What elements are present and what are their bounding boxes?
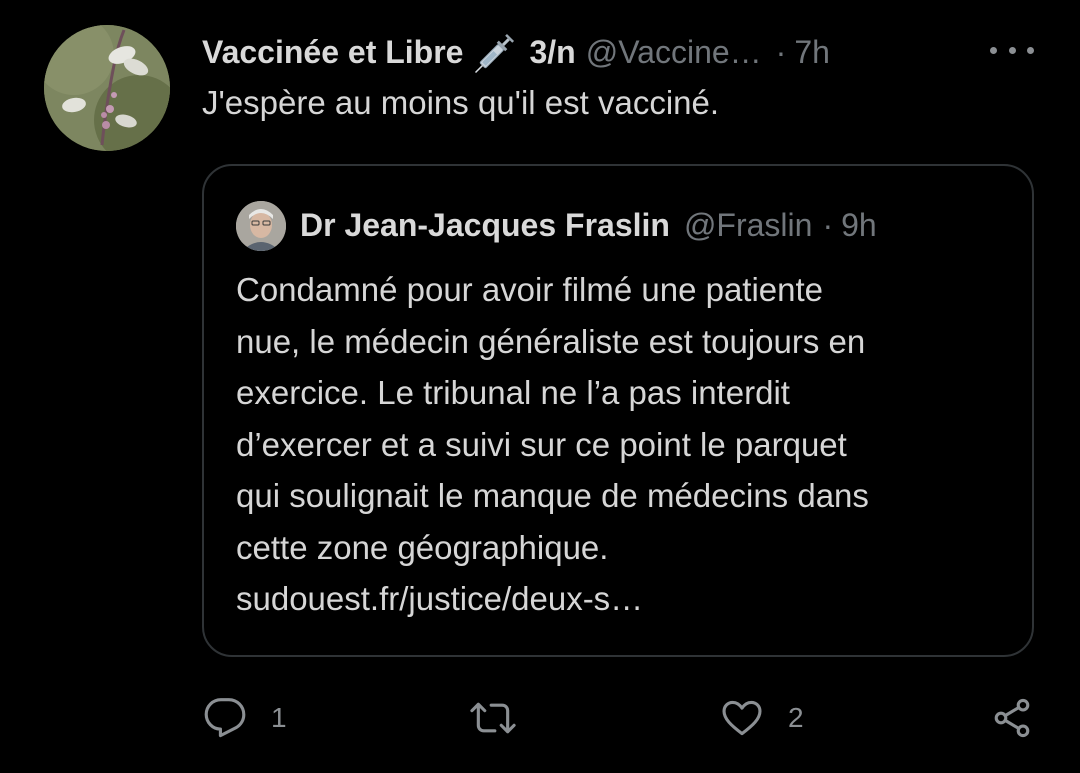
quote-display-name[interactable]: Dr Jean-Jacques Fraslin (300, 207, 670, 244)
share-button[interactable] (990, 690, 1034, 746)
heart-icon (722, 700, 762, 736)
avatar-image (44, 25, 170, 151)
quote-avatar-image (236, 201, 286, 251)
tweet-text: J'espère au moins qu'il est vacciné. (202, 84, 720, 121)
share-icon (994, 698, 1030, 738)
more-options-icon[interactable] (990, 38, 1034, 62)
thread-count: 3/n (529, 33, 576, 70)
quote-separator-dot: · (822, 206, 834, 243)
syringe-icon (473, 29, 519, 75)
retweet-button[interactable] (468, 690, 542, 746)
quote-text-line: Condamné pour avoir filmé une patiente (236, 271, 824, 308)
timestamp[interactable]: 7h (794, 34, 830, 71)
like-count: 2 (788, 702, 804, 733)
quote-text-line: exercice. Le tribunal ne l’a pas interdi… (236, 374, 790, 411)
quote-header: Dr Jean-Jacques Fraslin @Fraslin · 9h (300, 202, 877, 248)
quoted-tweet[interactable]: Dr Jean-Jacques Fraslin @Fraslin · 9h Co… (202, 164, 1034, 657)
handle[interactable]: @Vaccine… (586, 34, 762, 71)
tweet-header: Vaccinée et Libre 3/n @Vaccine… · 7h (202, 28, 830, 76)
action-bar: 1 2 (0, 690, 1080, 746)
retweet-icon (470, 702, 516, 734)
reply-icon (204, 698, 246, 738)
reply-button[interactable]: 1 (203, 690, 287, 746)
tweet[interactable]: Vaccinée et Libre 3/n @Vaccine… · 7h J'e… (0, 0, 1080, 773)
quote-text-line: d’exercer et a suivi sur ce point le par… (236, 425, 847, 463)
display-name[interactable]: Vaccinée et Libre (202, 34, 463, 71)
quote-link[interactable]: sudouest.fr/justice/deux-s… (236, 573, 1016, 625)
quote-text-line: cette zone géographique. (236, 528, 609, 566)
separator-dot: · (775, 33, 787, 70)
avatar[interactable] (44, 25, 170, 151)
quote-text: Condamné pour avoir filmé une patiente n… (236, 264, 1016, 625)
reply-count: 1 (271, 702, 287, 733)
quote-timestamp[interactable]: 9h (841, 207, 877, 244)
quote-handle[interactable]: @Fraslin (684, 207, 813, 244)
like-button[interactable]: 2 (720, 690, 804, 746)
quote-text-line: qui soulignait le manque de médecins dan… (236, 477, 869, 514)
quote-avatar[interactable] (236, 201, 286, 251)
quote-text-line: nue, le médecin généraliste est toujours… (236, 322, 866, 360)
